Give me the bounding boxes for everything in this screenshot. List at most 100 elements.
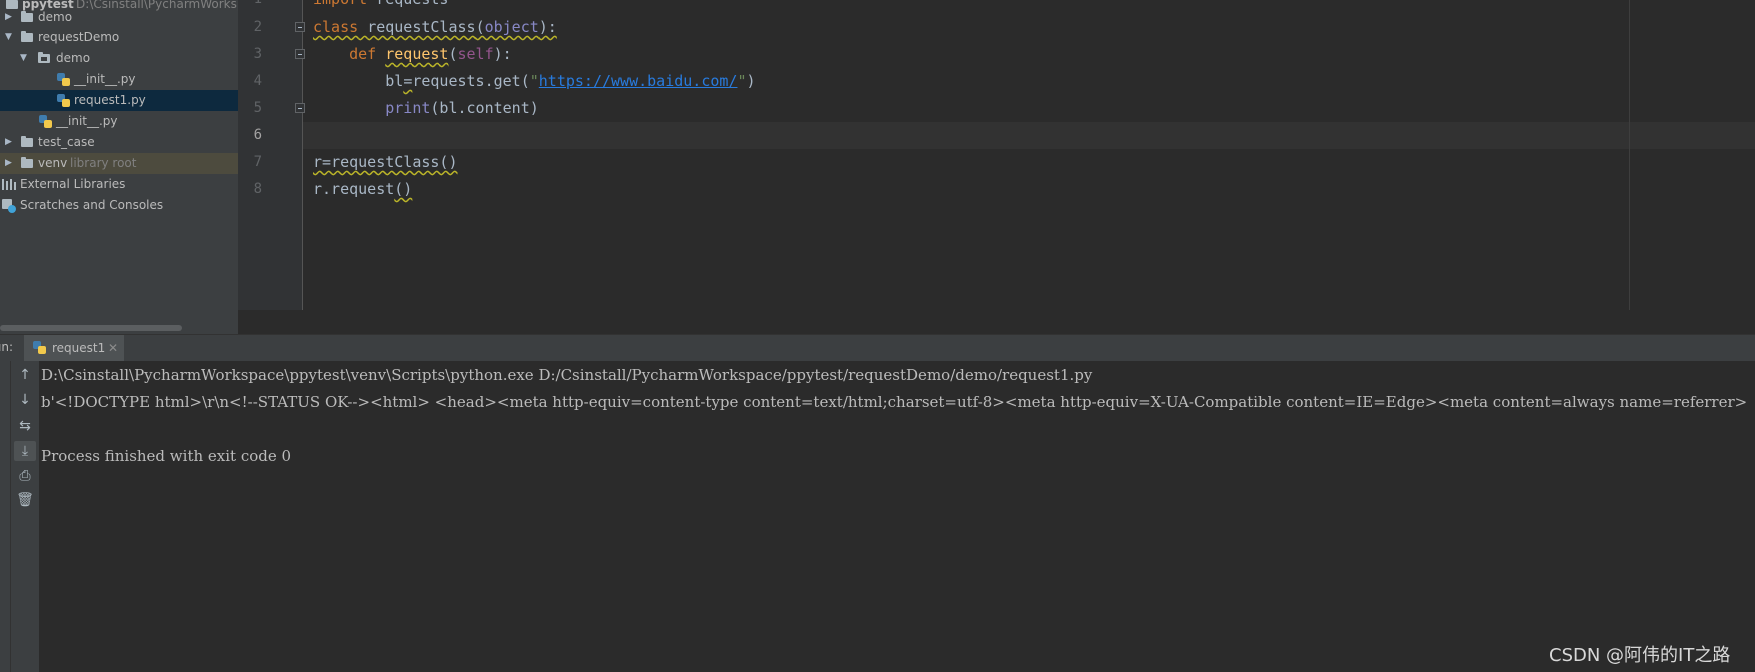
line-number: 6 [253,127,262,143]
run-console[interactable]: ↑ ↓ ⇆ ⤓ ⎙ 🗑 D:\Csinstall\PycharmWorkspac… [0,361,1755,672]
tree-item-request1-py[interactable]: request1.py [0,90,238,111]
code-line-8[interactable]: r.request() [313,176,412,203]
right-margin-guide [1629,0,1630,310]
tree-item-label: request1.py [74,93,146,107]
string-token: " [737,72,747,90]
line-number: 4 [253,73,262,89]
folder-icon [21,11,33,22]
line-number: 5 [253,100,262,116]
keyword: import [313,0,367,8]
run-toolbar: ↑ ↓ ⇆ ⤓ ⎙ 🗑 [10,361,39,672]
chevron-right-icon[interactable]: ▶ [5,153,12,174]
close-icon[interactable]: ✕ [108,335,118,361]
tree-item-label: demo [38,10,73,24]
code-line-2[interactable]: class requestClass(object): [313,14,557,41]
python-file-icon [57,73,70,86]
tree-item-label: __init__.py [56,114,118,128]
python-file-icon [39,115,52,128]
editor-bottom-area [238,310,1755,334]
line-number: 3 [253,46,262,62]
up-arrow-icon[interactable]: ↑ [14,365,36,385]
tree-item-demo[interactable]: ▶ demo [0,7,238,28]
run-tab-label: request1 [52,341,106,355]
tree-item-init-py[interactable]: __init__.py [0,111,238,132]
line-number: 2 [253,19,262,35]
code-token: ): [493,45,512,63]
code-token: requestClass() [331,153,458,171]
code-line-5[interactable]: print(bl.content) [313,95,539,122]
code-editor[interactable]: 1 2 3 4 5 6 7 8 import requests class re… [238,0,1755,310]
builtin-name: object [484,18,539,36]
tree-item-test-case[interactable]: ▶ test_case [0,132,238,153]
chevron-right-icon[interactable]: ▶ [5,132,12,153]
tree-item-external-libraries[interactable]: External Libraries [0,174,238,195]
code-token: r.request [313,180,395,198]
print-icon[interactable]: ⎙ [14,466,36,486]
fold-marker-icon[interactable] [295,22,305,32]
code-token: (bl.content) [430,99,539,117]
line-number-gutter: 1 2 3 4 5 6 7 8 [238,0,305,310]
code-line-4[interactable]: bl=requests.get("https://www.baidu.com/"… [313,68,756,95]
console-line: D:\Csinstall\PycharmWorkspace\ppytest\ve… [41,366,1093,384]
code-token: ( [475,18,485,36]
chevron-down-icon[interactable]: ▼ [5,27,12,48]
keyword: class [313,18,359,36]
trash-icon[interactable]: 🗑 [14,490,36,510]
self-keyword: self [457,45,494,63]
run-tab-request1[interactable]: request1 ✕ [24,335,124,361]
code-line-7[interactable]: r=requestClass() [313,149,458,176]
code-token: r [313,153,323,171]
console-line: Process finished with exit code 0 [41,447,292,465]
watermark-text: CSDN @阿伟的IT之路 [1549,645,1731,666]
code-token: ( [448,45,458,63]
line-number: 1 [242,0,262,13]
tree-item-demo-package[interactable]: ▼ demo [0,48,238,69]
tree-item-init-py[interactable]: __init__.py [0,69,238,90]
soft-wrap-icon[interactable]: ⇆ [14,416,36,436]
line-number: 7 [253,154,262,170]
python-file-icon [57,94,70,107]
code-line-1[interactable]: import requests [313,0,448,13]
current-line-highlight [303,122,1755,149]
code-token: bl [385,72,404,90]
code-token: = [403,72,413,90]
horizontal-scrollbar[interactable] [0,325,182,331]
folder-icon [21,157,33,168]
chevron-down-icon[interactable]: ▼ [20,48,27,69]
tree-item-label: Scratches and Consoles [20,198,164,212]
function-name: request [385,45,449,63]
folder-icon [21,31,33,42]
tree-item-label: venv [38,156,68,170]
left-tool-stripe [0,361,10,672]
tree-item-label: requestDemo [38,30,120,44]
python-file-icon [33,341,46,354]
fold-marker-icon[interactable] [295,49,305,59]
tree-item-requestdemo[interactable]: ▼ requestDemo [0,27,238,48]
scroll-to-end-icon[interactable]: ⤓ [14,441,36,461]
project-tool-window: ppytest D:\Csinstall\PycharmWorkspace\pp… [0,0,238,334]
tree-item-label: External Libraries [20,177,126,191]
code-token: () [394,180,413,198]
url-link[interactable]: https://www.baidu.com/ [539,72,738,90]
keyword: def [349,45,377,63]
tree-item-label: test_case [38,135,95,149]
string-token: " [529,72,539,90]
code-token: requests [367,0,448,8]
tree-item-label: __init__.py [74,72,136,86]
down-arrow-icon[interactable]: ↓ [14,390,36,410]
code-token: ) [746,72,756,90]
package-folder-icon [38,52,50,63]
code-line-3[interactable]: def request(self): [313,41,512,68]
fold-marker-icon[interactable] [295,103,305,113]
builtin-name: print [385,99,431,117]
code-token: requests.get( [412,72,530,90]
folder-icon [21,136,33,147]
code-token: ): [538,18,557,36]
library-icon [2,179,16,190]
tree-item-venv[interactable]: ▶ venv library root [0,153,238,174]
run-tool-window-header: Run: request1 ✕ [0,334,1755,361]
tree-item-scratches[interactable]: Scratches and Consoles [0,195,238,216]
chevron-right-icon[interactable]: ▶ [5,7,12,28]
tree-item-label: demo [56,51,91,65]
line-number: 8 [253,181,262,197]
